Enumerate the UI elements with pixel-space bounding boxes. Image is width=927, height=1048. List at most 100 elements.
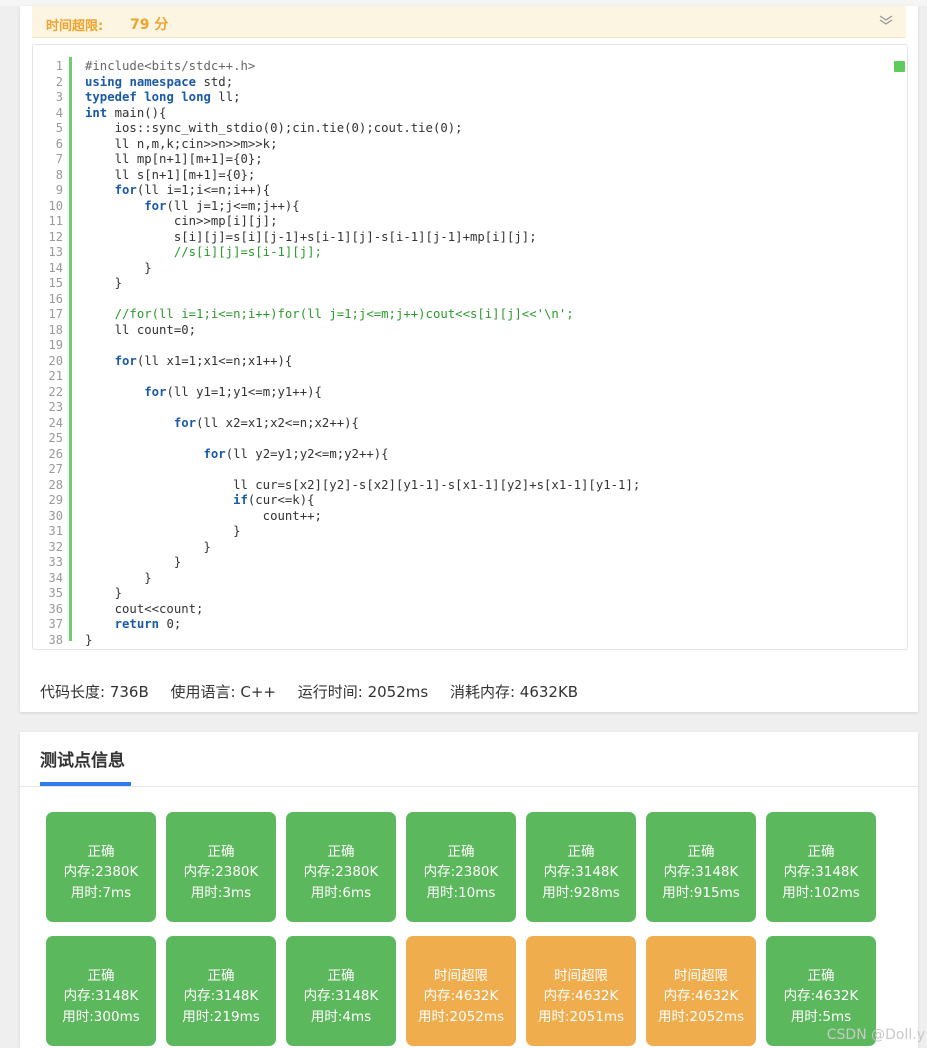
testpoint-memory: 内存:4632K bbox=[423, 988, 499, 1004]
line-number: 3 bbox=[55, 90, 63, 104]
testpoints-card: 测试点信息 正确 内存:2380K 用时:7ms 正确 内存:2380K 用时:3ms 正确… bbox=[20, 732, 918, 1048]
line-number: 28 bbox=[48, 477, 63, 492]
code-line: for(ll y2=y1;y2<=m;y2++){ bbox=[203, 446, 389, 461]
testpoint-memory: 内存:4632K bbox=[663, 988, 739, 1004]
testpoint-status: 时间超限 bbox=[434, 968, 488, 984]
code-line: count++; bbox=[85, 508, 322, 523]
line-number: 20 bbox=[48, 353, 63, 368]
testpoint-card[interactable]: 正确 内存:3148K 用时:928ms bbox=[526, 812, 636, 922]
testpoint-time: 用时:2052ms bbox=[657, 1009, 745, 1025]
runtime: 运行时间: 2052ms bbox=[297, 683, 429, 701]
testpoint-time: 用时:219ms bbox=[182, 1009, 260, 1025]
code-line: ll n,m,k;cin>>n>>m>>k; bbox=[85, 136, 278, 151]
line-number: 33 bbox=[48, 555, 63, 569]
code-line: } bbox=[85, 539, 211, 554]
line-number: 9 bbox=[55, 183, 63, 197]
testpoint-status: 时间超限 bbox=[554, 968, 608, 984]
testpoint-time: 用时:6ms bbox=[310, 885, 372, 901]
testpoint-memory: 内存:2380K bbox=[423, 864, 499, 880]
testpoint-card[interactable]: 正确 内存:2380K 用时:10ms bbox=[406, 812, 516, 922]
divider bbox=[20, 786, 918, 787]
testpoint-time: 用时:7ms bbox=[70, 885, 132, 901]
testpoint-card[interactable]: 正确 内存:3148K 用时:915ms bbox=[646, 812, 756, 922]
status-bar[interactable]: 时间超限: 79 分 bbox=[32, 6, 906, 38]
line-number: 8 bbox=[55, 167, 63, 182]
testpoint-status: 正确 bbox=[807, 968, 835, 984]
line-number: 4 bbox=[55, 105, 63, 120]
line-number: 38 bbox=[48, 632, 63, 647]
testpoint-status: 正确 bbox=[807, 844, 835, 860]
testpoint-time: 用时:10ms bbox=[426, 885, 496, 901]
status-score: 79 分 bbox=[130, 17, 169, 33]
testpoint-card[interactable]: 正确内存:2380K 用时:6ms bbox=[286, 812, 396, 922]
testpoint-memory: 内存:3148K bbox=[303, 988, 379, 1004]
code-line: for(ll x1=1;x1<=n;x1++){ bbox=[114, 353, 293, 368]
code-line: if(cur<=k){ bbox=[233, 493, 315, 507]
line-number: 1 bbox=[55, 59, 63, 73]
testpoint-status: 正确 bbox=[87, 844, 115, 860]
testpoint-memory: 内存:3148K bbox=[183, 988, 259, 1004]
testpoint-card[interactable]: 时间超限内存:4632K 用时:2052ms bbox=[646, 936, 756, 1046]
line-number: 5 bbox=[55, 121, 63, 135]
gutter-bar bbox=[69, 57, 72, 641]
code-line: } bbox=[85, 555, 182, 569]
code-line: ll mp[n+1][m+1]={0}; bbox=[85, 152, 263, 166]
code-line: ll cur=s[x2][y2]-s[x2][y1-1]-s[x1-1][y2]… bbox=[85, 477, 641, 492]
copy-icon[interactable] bbox=[894, 61, 905, 72]
testpoint-card[interactable]: 正确 内存:3148K 用时:102ms bbox=[766, 812, 876, 922]
testpoint-status: 正确 bbox=[327, 844, 355, 860]
testpoint-status: 正确 bbox=[207, 844, 235, 860]
testpoint-card[interactable]: 时间超限 内存:4632K 用时:2052ms bbox=[406, 936, 516, 1046]
tab-testpoints[interactable]: 测试点信息 bbox=[40, 746, 125, 771]
code-line: cout<<count; bbox=[85, 601, 204, 616]
status-label: 时间超限: bbox=[46, 19, 104, 34]
code-line: } bbox=[85, 632, 93, 647]
chevron-down-icon[interactable] bbox=[878, 12, 894, 28]
code-line: ios::sync_with_stdio(0);cin.tie(0);cout.… bbox=[85, 121, 463, 135]
code-line: for(ll i=1;i<=n;i++){ bbox=[114, 183, 271, 197]
language: 使用语言: C++ bbox=[170, 683, 276, 701]
code-line: //for(ll i=1;i<=n;i++)for(ll j=1;j<=m;j+… bbox=[85, 307, 574, 321]
submission-card: 时间超限: 79 分 1 2 3 4 5 6 7 8 9 10 11 12 13 14 15 16 17 18 19… bbox=[20, 6, 918, 712]
line-number: 12 bbox=[48, 229, 63, 244]
testpoint-card[interactable]: 正确 内存:3148K 用时:4ms bbox=[286, 936, 396, 1046]
line-number: 22 bbox=[48, 384, 63, 399]
line-number: 2 bbox=[55, 74, 63, 89]
line-number: 7 bbox=[55, 152, 63, 166]
line-number: 31 bbox=[48, 524, 63, 538]
testpoint-time: 用时:300ms bbox=[62, 1009, 140, 1025]
line-number: 36 bbox=[48, 601, 63, 616]
line-number: 19 bbox=[48, 338, 63, 352]
testpoint-memory: 内存:3148K bbox=[783, 864, 859, 880]
testpoint-memory: 内存:2380K bbox=[303, 864, 379, 880]
testpoint-status: 时间超限 bbox=[674, 968, 728, 984]
testpoint-card[interactable]: 正确 内存:3148K 用时:219ms bbox=[166, 936, 276, 1046]
code-line: ll s[n+1][m+1]={0}; bbox=[85, 167, 256, 182]
line-number: 16 bbox=[48, 291, 63, 306]
code-line: //s[i][j]=s[i-1][j]; bbox=[85, 245, 322, 259]
code-line: ll count=0; bbox=[85, 322, 197, 337]
code-line: } bbox=[85, 586, 123, 600]
code-line: #include<bits/stdc++.h> bbox=[85, 59, 256, 73]
code-block: #include<bits/stdc++.h> using namespace s… bbox=[85, 59, 640, 648]
code-line: using namespace std; bbox=[85, 74, 234, 89]
submission-meta: 代码长度: 736B 使用语言: C++ 运行时间: 2052ms 消耗内存: … bbox=[40, 681, 595, 702]
line-number: 15 bbox=[48, 276, 63, 290]
line-number: 18 bbox=[48, 322, 63, 337]
testpoint-card[interactable]: 时间超限 内存:4632K 用时:2051ms bbox=[526, 936, 636, 1046]
testpoint-time: 用时:3ms bbox=[190, 885, 252, 901]
code-line: s[i][j]=s[i][j-1]+s[i-1][j]-s[i-1][j-1]+… bbox=[85, 229, 537, 244]
testpoint-time: 用时:5ms bbox=[790, 1009, 852, 1025]
code-line: } bbox=[85, 276, 123, 290]
code-line: } bbox=[85, 260, 152, 275]
line-number: 24 bbox=[48, 415, 63, 430]
testpoint-card[interactable]: 正确 内存:3148K 用时:300ms bbox=[46, 936, 156, 1046]
memory: 消耗内存: 4632KB bbox=[449, 683, 579, 701]
testpoint-memory: 内存:4632K bbox=[783, 988, 859, 1004]
testpoint-card[interactable]: 正确 内存:2380K 用时:7ms bbox=[46, 812, 156, 922]
testpoint-card[interactable]: 正确 内存:2380K 用时:3ms bbox=[166, 812, 276, 922]
